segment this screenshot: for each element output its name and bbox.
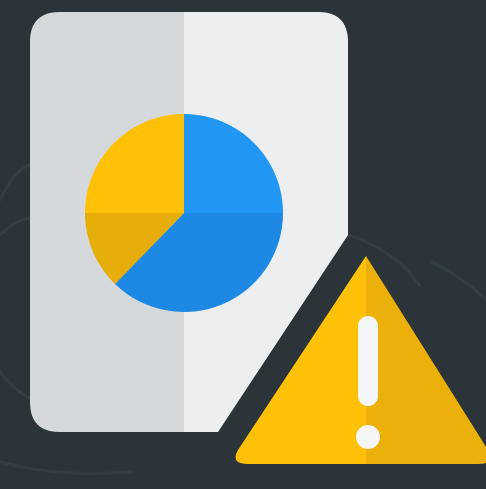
chart-document-warning-icon (0, 0, 486, 489)
pie-chart-icon (84, 114, 283, 313)
exclamation-bar (358, 316, 378, 406)
exclamation-dot (356, 425, 380, 449)
icon-canvas (0, 0, 486, 489)
